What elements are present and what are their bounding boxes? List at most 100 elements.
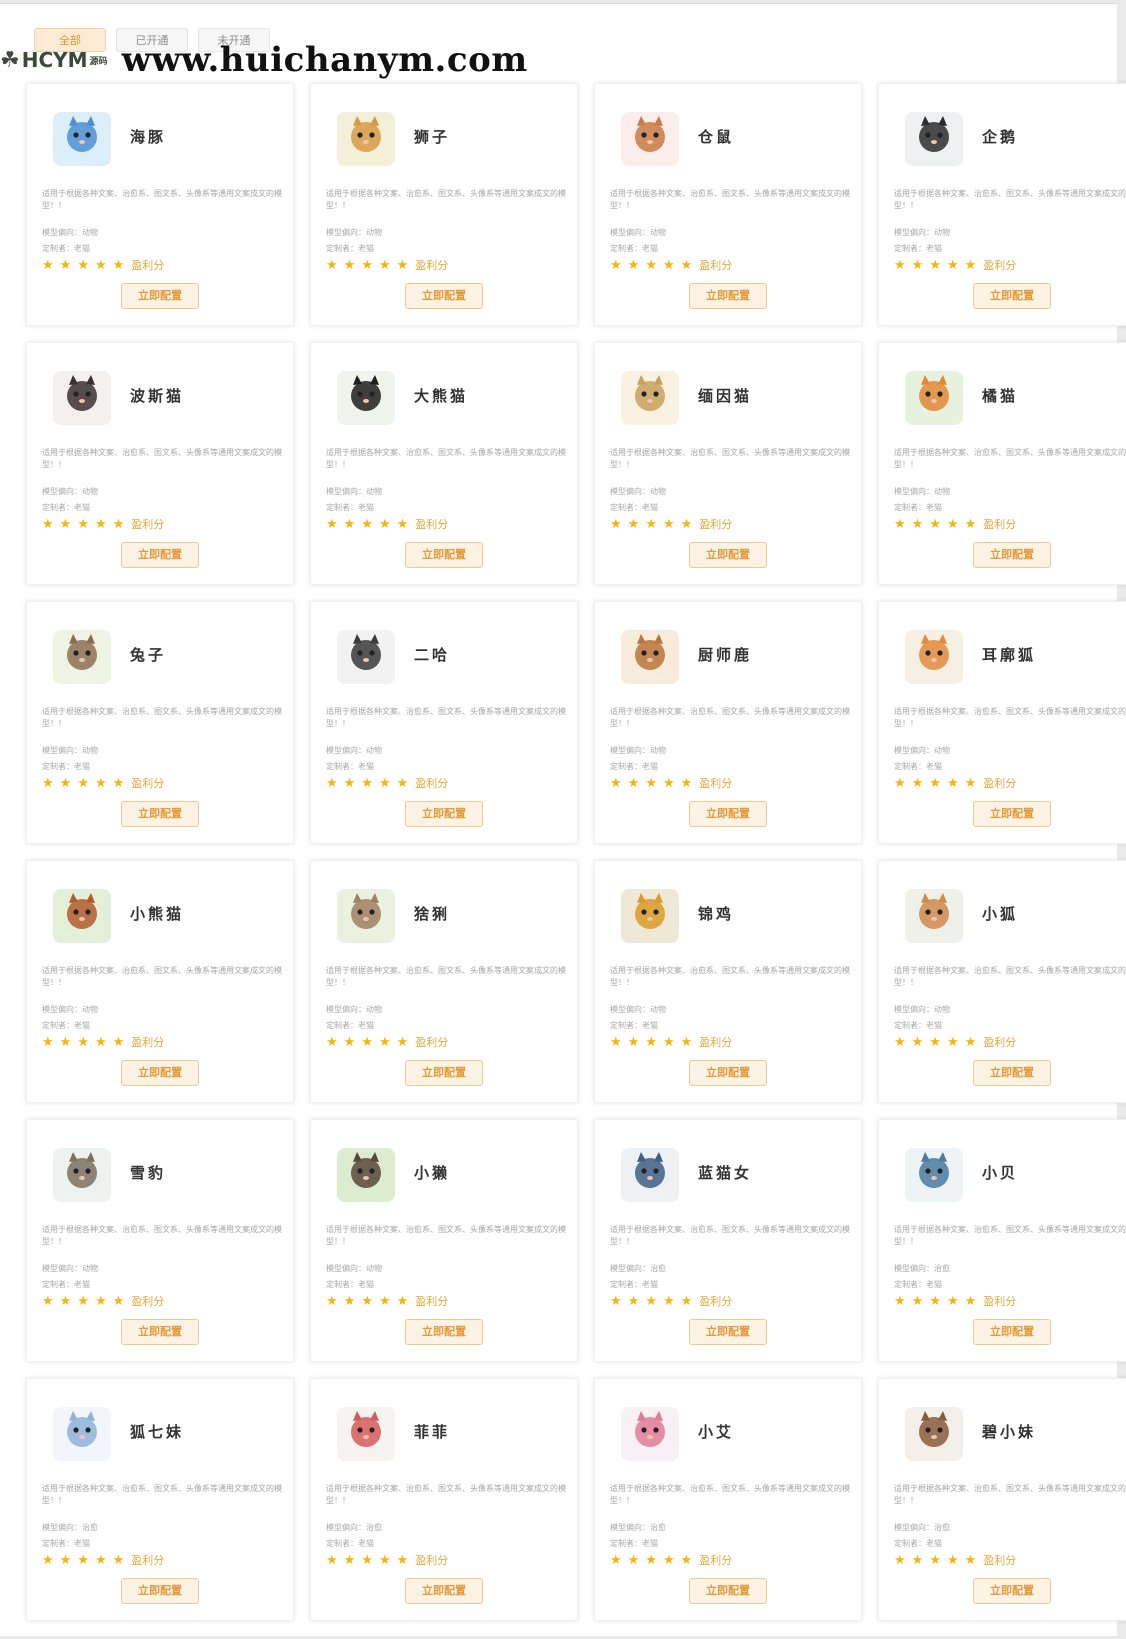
card-creator: 定制者：老猫 <box>894 1280 942 1289</box>
star-icon: ★ <box>680 1293 693 1309</box>
rating: ★ ★ ★ ★ ★ 盈利分 <box>42 1293 164 1309</box>
blue-cat-girl-icon <box>619 1144 681 1206</box>
card-tendency: 模型偏向：动物 <box>894 1005 950 1014</box>
configure-button[interactable]: 立即配置 <box>121 1319 199 1345</box>
star-icon: ★ <box>94 775 107 791</box>
star-icon: ★ <box>112 775 125 791</box>
card-creator: 定制者：老猫 <box>326 244 374 253</box>
star-icon: ★ <box>378 1293 391 1309</box>
xiaoai-girl-icon <box>619 1403 681 1465</box>
configure-button[interactable]: 立即配置 <box>121 1060 199 1086</box>
star-icon: ★ <box>645 1034 657 1050</box>
card-description: 适用于根据各种文案、治愈系、图文系、头像系等通用文案成文的模型！！ <box>42 448 282 469</box>
card-creator: 定制者：老猫 <box>326 1021 374 1030</box>
star-icon: ★ <box>894 1552 906 1568</box>
rating: ★ ★ ★ ★ ★ 盈利分 <box>326 1552 448 1568</box>
configure-button[interactable]: 立即配置 <box>689 1319 767 1345</box>
star-icon: ★ <box>378 516 391 532</box>
score-label: 盈利分 <box>131 1295 165 1308</box>
card-creator: 定制者：老猫 <box>894 1021 942 1030</box>
panda-icon <box>335 367 397 429</box>
rating: ★ ★ ★ ★ ★ 盈利分 <box>42 516 164 532</box>
model-card: 橘猫 适用于根据各种文案、治愈系、图文系、头像系等通用文案成文的模型！！ 模型偏… <box>878 342 1126 585</box>
configure-button[interactable]: 立即配置 <box>405 1060 483 1086</box>
card-description: 适用于根据各种文案、治愈系、图文系、头像系等通用文案成文的模型！！ <box>610 966 850 987</box>
star-icon: ★ <box>627 1293 640 1309</box>
configure-button[interactable]: 立即配置 <box>973 1578 1051 1604</box>
model-card: 大熊猫 适用于根据各种文案、治愈系、图文系、头像系等通用文案成文的模型！！ 模型… <box>310 342 578 585</box>
card-tendency: 模型偏向：动物 <box>326 746 382 755</box>
configure-button[interactable]: 立即配置 <box>973 1060 1051 1086</box>
star-icon: ★ <box>680 1034 693 1050</box>
configure-button[interactable]: 立即配置 <box>121 283 199 309</box>
score-label: 盈利分 <box>415 259 449 272</box>
configure-button[interactable]: 立即配置 <box>973 283 1051 309</box>
rating: ★ ★ ★ ★ ★ 盈利分 <box>894 257 1016 273</box>
card-title: 仓鼠 <box>698 128 735 146</box>
configure-button[interactable]: 立即配置 <box>405 1578 483 1604</box>
card-creator: 定制者：老猫 <box>894 244 942 253</box>
configure-button[interactable]: 立即配置 <box>689 1578 767 1604</box>
star-icon: ★ <box>627 257 640 273</box>
configure-button[interactable]: 立即配置 <box>405 801 483 827</box>
configure-button[interactable]: 立即配置 <box>121 1578 199 1604</box>
star-icon: ★ <box>645 1552 657 1568</box>
score-label: 盈利分 <box>699 259 733 272</box>
configure-button[interactable]: 立即配置 <box>973 542 1051 568</box>
card-description: 适用于根据各种文案、治愈系、图文系、头像系等通用文案成文的模型！！ <box>326 966 566 987</box>
watermark-url: www.huichanym.com <box>121 40 528 80</box>
star-icon: ★ <box>326 1293 338 1309</box>
configure-button[interactable]: 立即配置 <box>405 542 483 568</box>
score-label: 盈利分 <box>983 1036 1017 1049</box>
golden-pheasant-icon <box>619 885 681 947</box>
configure-button[interactable]: 立即配置 <box>405 283 483 309</box>
score-label: 盈利分 <box>983 259 1017 272</box>
model-card: 碧小妹 适用于根据各种文案、治愈系、图文系、头像系等通用文案成文的模型！！ 模型… <box>878 1378 1126 1621</box>
card-description: 适用于根据各种文案、治愈系、图文系、头像系等通用文案成文的模型！！ <box>610 1225 850 1246</box>
star-icon: ★ <box>964 516 977 532</box>
star-icon: ★ <box>946 257 959 273</box>
card-title: 狮子 <box>414 128 451 146</box>
star-icon: ★ <box>946 775 959 791</box>
card-tendency: 模型偏向：动物 <box>326 1264 382 1273</box>
card-tendency: 模型偏向：动物 <box>326 487 382 496</box>
model-card: 锦鸡 适用于根据各种文案、治愈系、图文系、头像系等通用文案成文的模型！！ 模型偏… <box>594 860 862 1103</box>
star-icon: ★ <box>645 775 657 791</box>
configure-button[interactable]: 立即配置 <box>973 1319 1051 1345</box>
star-icon: ★ <box>894 775 906 791</box>
dolphin-icon <box>51 108 113 170</box>
rating: ★ ★ ★ ★ ★ 盈利分 <box>894 516 1016 532</box>
star-icon: ★ <box>680 775 693 791</box>
star-icon: ★ <box>929 775 941 791</box>
star-icon: ★ <box>964 257 977 273</box>
card-tendency: 模型偏向：治愈 <box>42 1523 98 1532</box>
star-icon: ★ <box>326 1552 338 1568</box>
model-card: 蓝猫女 适用于根据各种文案、治愈系、图文系、头像系等通用文案成文的模型！！ 模型… <box>594 1119 862 1362</box>
persian-cat-icon <box>51 367 113 429</box>
configure-button[interactable]: 立即配置 <box>689 542 767 568</box>
star-icon: ★ <box>361 775 373 791</box>
watermark-logo-text: HCYM <box>21 48 88 72</box>
configure-button[interactable]: 立即配置 <box>121 542 199 568</box>
configure-button[interactable]: 立即配置 <box>121 801 199 827</box>
score-label: 盈利分 <box>415 518 449 531</box>
card-title: 小艾 <box>698 1423 735 1441</box>
card-title: 蓝猫女 <box>698 1164 753 1182</box>
model-card: 仓鼠 适用于根据各种文案、治愈系、图文系、头像系等通用文案成文的模型！！ 模型偏… <box>594 83 862 326</box>
star-icon: ★ <box>929 1552 941 1568</box>
card-title: 耳廓狐 <box>982 646 1037 664</box>
configure-button[interactable]: 立即配置 <box>689 283 767 309</box>
configure-button[interactable]: 立即配置 <box>405 1319 483 1345</box>
configure-button[interactable]: 立即配置 <box>973 801 1051 827</box>
card-creator: 定制者：老猫 <box>610 503 658 512</box>
rating: ★ ★ ★ ★ ★ 盈利分 <box>610 1034 732 1050</box>
star-icon: ★ <box>929 257 941 273</box>
configure-button[interactable]: 立即配置 <box>689 801 767 827</box>
model-card: 狮子 适用于根据各种文案、治愈系、图文系、头像系等通用文案成文的模型！！ 模型偏… <box>310 83 578 326</box>
model-card: 小贝 适用于根据各种文案、治愈系、图文系、头像系等通用文案成文的模型！！ 模型偏… <box>878 1119 1126 1362</box>
card-creator: 定制者：老猫 <box>326 1539 374 1548</box>
card-description: 适用于根据各种文案、治愈系、图文系、头像系等通用文案成文的模型！！ <box>894 448 1126 469</box>
configure-button[interactable]: 立即配置 <box>689 1060 767 1086</box>
star-icon: ★ <box>627 1552 640 1568</box>
star-icon: ★ <box>662 1552 675 1568</box>
